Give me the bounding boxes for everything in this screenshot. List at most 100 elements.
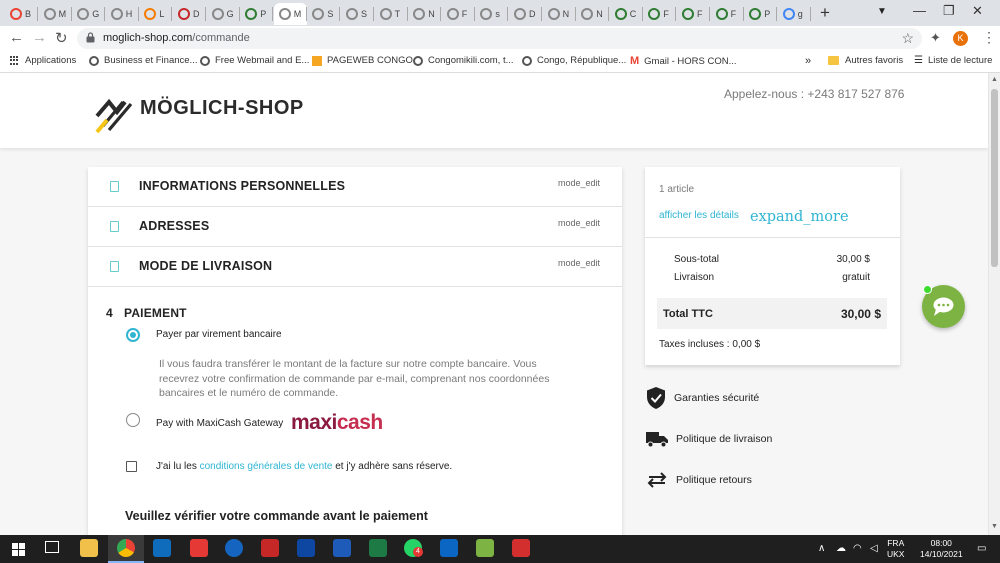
browser-tab[interactable]: S [341, 3, 374, 25]
extensions-puzzle-icon[interactable]: ✦ [930, 30, 941, 46]
browser-tab[interactable]: S [307, 3, 341, 25]
reassurance-security[interactable]: Garanties sécurité [646, 386, 759, 410]
profile-avatar[interactable]: K [953, 31, 968, 46]
edit-icon[interactable]: mode_edit [558, 218, 600, 228]
excel-icon[interactable] [369, 539, 387, 557]
reassurance-delivery[interactable]: Politique de livraison [646, 430, 772, 448]
brand-name[interactable]: MÖGLICH-SHOP [140, 97, 304, 120]
browser-tab[interactable]: g [778, 3, 811, 25]
browser-tab[interactable]: F [643, 3, 677, 25]
chrome-icon[interactable] [117, 539, 135, 557]
browser-tab-strip: B M G H L D G P M S S T N Fs D N N C F F F Pg + ▼ — ❐ ✕ [0, 0, 1000, 26]
address-bar[interactable]: moglich-shop.com/commande ☆ [77, 28, 922, 49]
reading-list[interactable]: ☰ Liste de lecture [914, 55, 992, 66]
step-shipping-method[interactable]: MODE DE LIVRAISON mode_edit [88, 247, 622, 287]
browser-tab[interactable]: N [576, 3, 610, 25]
terms-checkbox[interactable] [126, 461, 137, 472]
scroll-thumb[interactable] [991, 89, 998, 267]
browser-tab[interactable]: M [39, 3, 72, 25]
bookmark-congomikili[interactable]: Congomikili.com, t... [413, 55, 514, 66]
step-personal-info[interactable]: INFORMATIONS PERSONNELLES mode_edit [88, 167, 622, 207]
browser-tab[interactable]: G [72, 3, 106, 25]
browser-tab[interactable]: D [509, 3, 542, 25]
file-explorer-icon[interactable] [80, 539, 98, 557]
browser-menu-icon[interactable]: ⋮ [982, 29, 996, 46]
moglich-logo-icon[interactable] [95, 86, 135, 136]
language-indicator[interactable]: FRA UKX [887, 538, 904, 560]
image-viewer-icon[interactable] [476, 539, 494, 557]
browser-tab[interactable]: s [475, 3, 509, 25]
browser-tab[interactable]: B [5, 3, 38, 25]
bookmark-pageweb[interactable]: PAGEWEB CONGO [312, 55, 413, 66]
payment-step-number: 4 [106, 306, 113, 320]
volume-icon[interactable]: ◁ [870, 543, 878, 554]
back-arrow-icon[interactable]: ← [9, 29, 24, 46]
tab-title: P [764, 9, 771, 19]
payment-step-title: PAIEMENT [124, 306, 187, 320]
browser-tab[interactable]: N [543, 3, 576, 25]
scroll-up-icon[interactable]: ▲ [991, 76, 998, 83]
close-window-icon[interactable]: ✕ [972, 3, 983, 19]
word-icon[interactable] [333, 539, 351, 557]
reload-icon[interactable]: ↻ [55, 29, 68, 47]
restore-icon[interactable]: ❐ [943, 3, 955, 19]
edit-icon[interactable]: mode_edit [558, 178, 600, 188]
browser-tab[interactable]: F [711, 3, 744, 25]
weather-icon[interactable]: ☁ [836, 543, 846, 554]
bank-transfer-label[interactable]: Payer par virement bancaire [156, 329, 282, 340]
online-status-dot [923, 285, 932, 294]
bookmark-webmail[interactable]: Free Webmail and E... [200, 55, 309, 66]
step-addresses[interactable]: ADRESSES mode_edit [88, 207, 622, 247]
bookmarks-more-chevron[interactable]: » [805, 55, 811, 67]
show-details-link[interactable]: afficher les détails [659, 210, 739, 221]
forward-arrow-icon[interactable]: → [32, 29, 47, 46]
maxicash-radio[interactable] [126, 413, 140, 427]
tray-chevron-icon[interactable]: ∧ [818, 543, 825, 554]
browser-tab[interactable]: D [173, 3, 206, 25]
scroll-down-icon[interactable]: ▼ [991, 523, 998, 530]
browser-tab[interactable]: P [240, 3, 274, 25]
bookmark-applications[interactable]: Applications [10, 55, 76, 66]
url-domain: moglich-shop.com [103, 32, 193, 44]
browser-tab[interactable]: H [106, 3, 139, 25]
browser-tab[interactable]: F [677, 3, 710, 25]
browser-tab[interactable]: C [610, 3, 643, 25]
photoshop-icon[interactable] [297, 539, 315, 557]
browser-tab[interactable]: G [207, 3, 240, 25]
vpn-icon[interactable] [225, 539, 243, 557]
bookmark-star-icon[interactable]: ☆ [901, 30, 914, 47]
edit-icon[interactable]: mode_edit [558, 258, 600, 268]
wifi-icon[interactable]: ◠ [853, 543, 862, 554]
new-tab-button[interactable]: + [820, 3, 830, 23]
edge-icon[interactable] [153, 539, 171, 557]
lang-bottom: UKX [887, 549, 905, 559]
tab-active[interactable]: M [273, 3, 307, 25]
browser-tab[interactable]: F [442, 3, 475, 25]
terms-before: J'ai lu les [156, 461, 200, 472]
browser-tab[interactable]: T [375, 3, 408, 25]
bank-transfer-radio[interactable] [126, 328, 140, 342]
system-clock[interactable]: 08:00 14/10/2021 [920, 538, 963, 560]
expand-more-icon[interactable]: expand_more [750, 209, 849, 225]
maxicash-label[interactable]: Pay with MaxiCash Gateway [156, 418, 283, 429]
windows-start-icon[interactable] [12, 543, 25, 556]
minimize-icon[interactable]: — [913, 3, 926, 18]
bookmark-gmail[interactable]: M Gmail - HORS CON... [630, 55, 737, 67]
reassurance-returns[interactable]: Politique retours [646, 472, 752, 488]
browser-tab[interactable]: N [408, 3, 442, 25]
browser-tab[interactable]: L [139, 3, 173, 25]
filezilla-icon[interactable] [261, 539, 279, 557]
terms-link[interactable]: conditions générales de vente [200, 461, 333, 472]
page-scrollbar[interactable]: ▲ ▼ [988, 73, 1000, 535]
task-view-icon[interactable] [45, 541, 59, 553]
tab-search-icon[interactable]: ▼ [877, 6, 887, 17]
bookmark-congo[interactable]: Congo, République... [522, 55, 626, 66]
bookmark-other-favorites[interactable]: Autres favoris [828, 55, 903, 66]
notifications-icon[interactable]: ▭ [977, 543, 986, 554]
acrobat-icon[interactable] [512, 539, 530, 557]
browser-tab[interactable]: P [744, 3, 778, 25]
bookmark-label: Free Webmail and E... [215, 55, 310, 66]
bookmark-business[interactable]: Business et Finance... [89, 55, 197, 66]
linkedin-icon[interactable] [440, 539, 458, 557]
anydesk-icon[interactable] [190, 539, 208, 557]
